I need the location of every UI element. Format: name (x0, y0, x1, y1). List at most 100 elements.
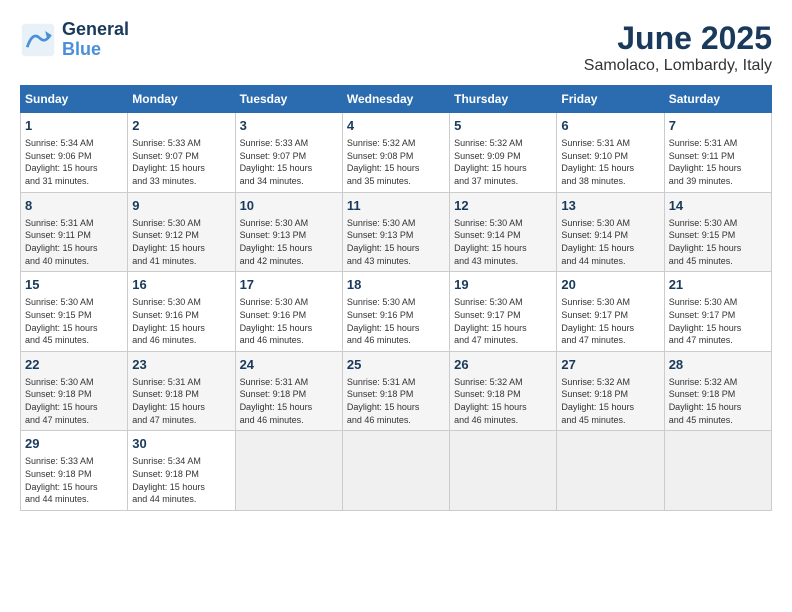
day-info-line: Sunset: 9:09 PM (454, 150, 552, 163)
day-info-line: and 40 minutes. (25, 255, 123, 268)
day-number: 12 (454, 197, 552, 215)
day-info-line: Daylight: 15 hours (132, 481, 230, 494)
calendar-week-2: 8Sunrise: 5:31 AMSunset: 9:11 PMDaylight… (21, 192, 772, 272)
day-info-line: Sunrise: 5:30 AM (561, 217, 659, 230)
day-info-line: Daylight: 15 hours (347, 322, 445, 335)
day-number: 30 (132, 435, 230, 453)
day-info-line: Daylight: 15 hours (561, 401, 659, 414)
day-info-line: Daylight: 15 hours (25, 322, 123, 335)
day-info-line: Sunrise: 5:30 AM (240, 296, 338, 309)
header-thursday: Thursday (450, 86, 557, 113)
calendar-cell (664, 431, 771, 511)
calendar-cell: 27Sunrise: 5:32 AMSunset: 9:18 PMDayligh… (557, 351, 664, 431)
calendar-cell: 13Sunrise: 5:30 AMSunset: 9:14 PMDayligh… (557, 192, 664, 272)
day-info-line: Sunset: 9:12 PM (132, 229, 230, 242)
day-info-line: Sunrise: 5:30 AM (454, 217, 552, 230)
day-info-line: Sunrise: 5:30 AM (669, 217, 767, 230)
day-info-line: Sunrise: 5:32 AM (347, 137, 445, 150)
day-info-line: Daylight: 15 hours (561, 162, 659, 175)
day-info-line: Sunset: 9:18 PM (240, 388, 338, 401)
calendar-cell: 22Sunrise: 5:30 AMSunset: 9:18 PMDayligh… (21, 351, 128, 431)
day-info-line: Sunset: 9:18 PM (561, 388, 659, 401)
day-info-line: Daylight: 15 hours (669, 322, 767, 335)
day-info-line: Daylight: 15 hours (347, 242, 445, 255)
title-block: June 2025 Samolaco, Lombardy, Italy (584, 20, 772, 75)
day-info-line: Sunset: 9:08 PM (347, 150, 445, 163)
calendar-cell: 18Sunrise: 5:30 AMSunset: 9:16 PMDayligh… (342, 272, 449, 352)
day-info-line: Sunrise: 5:30 AM (132, 296, 230, 309)
day-info-line: and 45 minutes. (25, 334, 123, 347)
day-info-line: Sunrise: 5:30 AM (25, 376, 123, 389)
calendar-cell (235, 431, 342, 511)
day-info-line: Daylight: 15 hours (25, 481, 123, 494)
day-info-line: Sunrise: 5:31 AM (132, 376, 230, 389)
day-info-line: Sunrise: 5:32 AM (669, 376, 767, 389)
day-number: 16 (132, 276, 230, 294)
day-info-line: Sunrise: 5:30 AM (561, 296, 659, 309)
calendar-cell: 26Sunrise: 5:32 AMSunset: 9:18 PMDayligh… (450, 351, 557, 431)
header-friday: Friday (557, 86, 664, 113)
day-info-line: Sunset: 9:18 PM (132, 468, 230, 481)
calendar-cell: 5Sunrise: 5:32 AMSunset: 9:09 PMDaylight… (450, 113, 557, 193)
day-info-line: Daylight: 15 hours (240, 322, 338, 335)
day-info-line: Daylight: 15 hours (669, 162, 767, 175)
header-row: Sunday Monday Tuesday Wednesday Thursday… (21, 86, 772, 113)
calendar-cell: 7Sunrise: 5:31 AMSunset: 9:11 PMDaylight… (664, 113, 771, 193)
day-number: 10 (240, 197, 338, 215)
logo: General Blue (20, 20, 129, 60)
day-info-line: Daylight: 15 hours (240, 401, 338, 414)
day-info-line: and 45 minutes. (561, 414, 659, 427)
day-number: 28 (669, 356, 767, 374)
day-info-line: Sunrise: 5:33 AM (25, 455, 123, 468)
day-info-line: Daylight: 15 hours (240, 242, 338, 255)
day-number: 29 (25, 435, 123, 453)
day-info-line: Daylight: 15 hours (669, 401, 767, 414)
day-info-line: Sunset: 9:06 PM (25, 150, 123, 163)
day-number: 18 (347, 276, 445, 294)
day-info-line: and 39 minutes. (669, 175, 767, 188)
day-info-line: and 37 minutes. (454, 175, 552, 188)
day-info-line: and 46 minutes. (454, 414, 552, 427)
calendar-title: June 2025 (584, 20, 772, 57)
calendar-cell: 6Sunrise: 5:31 AMSunset: 9:10 PMDaylight… (557, 113, 664, 193)
day-info-line: and 38 minutes. (561, 175, 659, 188)
calendar-week-5: 29Sunrise: 5:33 AMSunset: 9:18 PMDayligh… (21, 431, 772, 511)
calendar-cell: 16Sunrise: 5:30 AMSunset: 9:16 PMDayligh… (128, 272, 235, 352)
day-info-line: Sunset: 9:18 PM (347, 388, 445, 401)
day-number: 2 (132, 117, 230, 135)
calendar-cell: 25Sunrise: 5:31 AMSunset: 9:18 PMDayligh… (342, 351, 449, 431)
day-info-line: Daylight: 15 hours (454, 242, 552, 255)
day-number: 20 (561, 276, 659, 294)
calendar-cell: 17Sunrise: 5:30 AMSunset: 9:16 PMDayligh… (235, 272, 342, 352)
calendar-cell: 9Sunrise: 5:30 AMSunset: 9:12 PMDaylight… (128, 192, 235, 272)
day-number: 5 (454, 117, 552, 135)
day-info-line: Daylight: 15 hours (454, 401, 552, 414)
day-number: 14 (669, 197, 767, 215)
day-info-line: Sunset: 9:17 PM (454, 309, 552, 322)
day-info-line: and 46 minutes. (132, 334, 230, 347)
day-info-line: Daylight: 15 hours (132, 401, 230, 414)
day-info-line: and 47 minutes. (561, 334, 659, 347)
day-info-line: Sunrise: 5:30 AM (669, 296, 767, 309)
calendar-cell: 21Sunrise: 5:30 AMSunset: 9:17 PMDayligh… (664, 272, 771, 352)
calendar-cell: 29 Sunrise: 5:33 AMSunset: 9:18 PMDayligh… (21, 431, 128, 511)
day-info-line: Sunset: 9:18 PM (25, 468, 123, 481)
day-info-line: and 43 minutes. (454, 255, 552, 268)
day-number: 11 (347, 197, 445, 215)
header-sunday: Sunday (21, 86, 128, 113)
day-number: 22 (25, 356, 123, 374)
day-number: 23 (132, 356, 230, 374)
day-info-line: Sunset: 9:14 PM (454, 229, 552, 242)
calendar-week-4: 22Sunrise: 5:30 AMSunset: 9:18 PMDayligh… (21, 351, 772, 431)
day-info-line: Sunset: 9:18 PM (454, 388, 552, 401)
day-info-line: Daylight: 15 hours (454, 162, 552, 175)
day-number: 19 (454, 276, 552, 294)
day-info-line: Daylight: 15 hours (25, 401, 123, 414)
day-info-line: and 42 minutes. (240, 255, 338, 268)
calendar-cell: 23Sunrise: 5:31 AMSunset: 9:18 PMDayligh… (128, 351, 235, 431)
day-info-line: Sunrise: 5:32 AM (561, 376, 659, 389)
day-number: 1 (25, 117, 123, 135)
day-number: 4 (347, 117, 445, 135)
day-info-line: and 46 minutes. (347, 414, 445, 427)
calendar-cell: 3Sunrise: 5:33 AMSunset: 9:07 PMDaylight… (235, 113, 342, 193)
